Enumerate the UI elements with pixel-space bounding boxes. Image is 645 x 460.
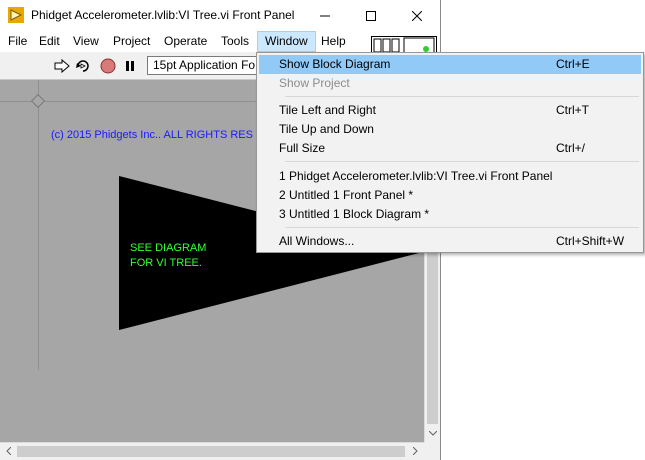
abort-button[interactable] [99, 57, 117, 75]
menu-project[interactable]: Project [106, 31, 157, 52]
chevron-down-icon [429, 430, 437, 436]
menu-item-shortcut: Ctrl+/ [556, 141, 586, 155]
window-menu-dropdown: Show Block Diagram Ctrl+E Show Project T… [256, 52, 644, 253]
menu-separator [285, 161, 639, 162]
close-button[interactable] [394, 0, 440, 31]
menu-item-window-2[interactable]: 2 Untitled 1 Front Panel * [259, 186, 641, 205]
menu-item-shortcut: Ctrl+T [556, 103, 589, 117]
menu-file[interactable]: File [1, 31, 34, 52]
labview-app-icon [8, 7, 24, 23]
menu-item-label: Full Size [279, 141, 326, 155]
scroll-left-button[interactable] [0, 443, 16, 459]
minimize-button[interactable] [302, 0, 348, 31]
menu-item-label: 2 Untitled 1 Front Panel * [279, 188, 414, 202]
maximize-button[interactable] [348, 0, 394, 31]
abort-icon [100, 58, 116, 74]
maximize-icon [366, 10, 376, 21]
run-continuously-button[interactable] [74, 57, 92, 75]
chevron-left-icon [5, 447, 11, 455]
menu-item-shortcut: Ctrl+E [556, 57, 590, 71]
menu-view[interactable]: View [66, 31, 106, 52]
minimize-icon [320, 15, 330, 16]
window-title: Phidget Accelerometer.lvlib:VI Tree.vi F… [31, 8, 295, 22]
horizontal-scroll-thumb[interactable] [17, 446, 405, 457]
menu-tools[interactable]: Tools [214, 31, 256, 52]
menu-separator [285, 96, 639, 97]
menu-operate[interactable]: Operate [157, 31, 214, 52]
menu-item-label: Tile Up and Down [279, 122, 374, 136]
run-button[interactable] [53, 57, 71, 75]
horizontal-scrollbar[interactable] [0, 442, 424, 460]
menu-item-all-windows[interactable]: All Windows... Ctrl+Shift+W [259, 232, 641, 251]
copyright-label: (c) 2015 Phidgets Inc.. ALL RIGHTS RES [51, 129, 253, 141]
menu-item-shortcut: Ctrl+Shift+W [556, 234, 625, 248]
close-icon [412, 10, 422, 21]
text-settings-select[interactable]: 15pt Application Fo [147, 56, 267, 75]
menu-help[interactable]: Help [314, 31, 353, 52]
pause-button[interactable] [121, 57, 139, 75]
menu-item-tile-left-right[interactable]: Tile Left and Right Ctrl+T [259, 101, 641, 120]
menu-item-label: Show Project [279, 76, 350, 90]
origin-marker [30, 93, 46, 109]
menu-separator [285, 227, 639, 228]
menu-item-window-3[interactable]: 3 Untitled 1 Block Diagram * [259, 205, 641, 224]
menu-item-full-size[interactable]: Full Size Ctrl+/ [259, 139, 641, 158]
menu-item-show-project: Show Project [259, 74, 641, 93]
menu-window[interactable]: Window [257, 31, 316, 52]
menu-item-show-block-diagram[interactable]: Show Block Diagram Ctrl+E [259, 55, 641, 74]
menu-item-label: Show Block Diagram [279, 57, 391, 71]
title-bar[interactable]: Phidget Accelerometer.lvlib:VI Tree.vi F… [0, 0, 440, 31]
chevron-right-icon [412, 447, 418, 455]
run-continuously-icon [76, 60, 89, 72]
see-diagram-label: SEE DIAGRAM FOR VI TREE. [130, 242, 207, 269]
menu-item-tile-up-down[interactable]: Tile Up and Down [259, 120, 641, 139]
pause-icon [126, 61, 134, 71]
origin-vertical-line [38, 80, 39, 370]
scroll-down-button[interactable] [425, 425, 441, 441]
menu-item-label: 3 Untitled 1 Block Diagram * [279, 207, 430, 221]
menu-item-label: Tile Left and Right [279, 103, 376, 117]
menu-item-label: All Windows... [279, 234, 355, 248]
scroll-right-button[interactable] [407, 443, 423, 459]
menu-item-window-1[interactable]: 1 Phidget Accelerometer.lvlib:VI Tree.vi… [259, 167, 641, 186]
run-arrow-icon [54, 59, 70, 73]
menu-edit[interactable]: Edit [32, 31, 67, 52]
menu-item-label: 1 Phidget Accelerometer.lvlib:VI Tree.vi… [279, 169, 553, 183]
